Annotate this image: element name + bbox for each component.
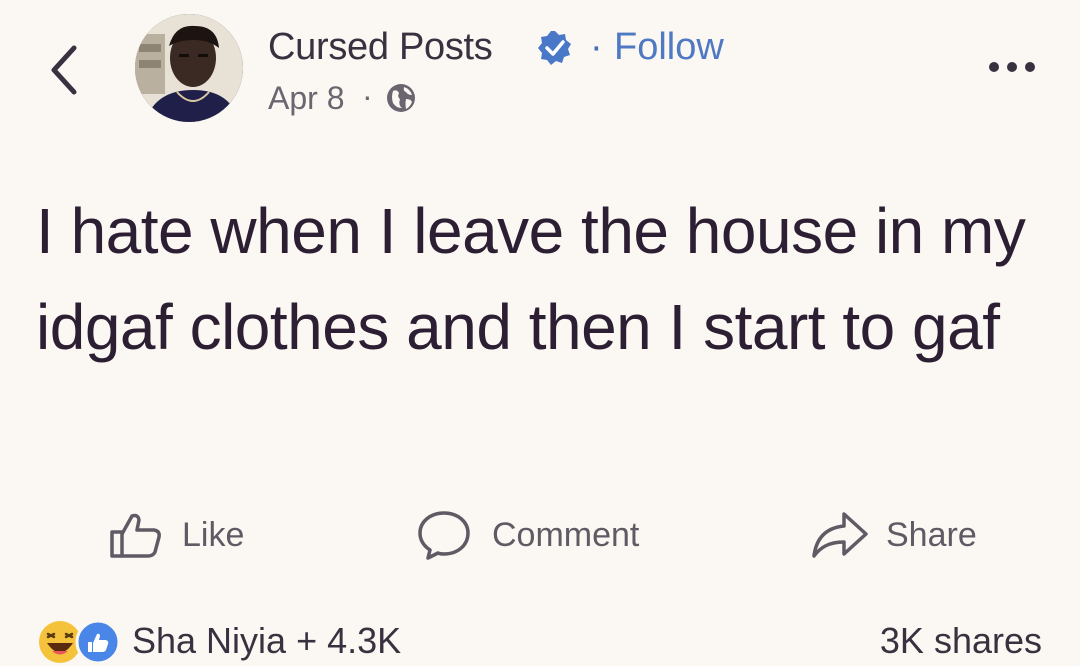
avatar-image — [135, 14, 243, 122]
separator-dot: · — [590, 26, 603, 68]
separator-dot: · — [362, 78, 373, 114]
reactors-count[interactable]: Sha Niyia + 4.3K — [132, 620, 401, 662]
post-date[interactable]: Apr 8 — [268, 80, 344, 117]
haha-reaction-icon — [39, 621, 81, 663]
share-label: Share — [886, 516, 977, 554]
post-text: I hate when I leave the house in my idga… — [36, 195, 1026, 363]
shares-count[interactable]: 3K shares — [880, 620, 1042, 662]
avatar[interactable] — [135, 14, 243, 122]
post-footer: Sha Niyia + 4.3K 3K shares — [0, 610, 1080, 665]
reactions-summary[interactable] — [36, 618, 126, 666]
action-bar: Like Comment Share — [0, 500, 1080, 570]
share-button[interactable]: Share — [810, 510, 1000, 560]
chevron-left-icon — [51, 45, 77, 95]
comment-bubble-icon — [418, 511, 470, 560]
comment-label: Comment — [492, 516, 640, 554]
back-button[interactable] — [40, 42, 90, 98]
like-button[interactable]: Like — [108, 510, 258, 560]
globe-icon — [387, 84, 415, 112]
post-header: Cursed Posts · Follow Apr 8 · — [0, 0, 1080, 140]
follow-button[interactable]: Follow — [614, 26, 724, 69]
comment-button[interactable]: Comment — [416, 510, 666, 560]
like-reaction-icon — [75, 619, 121, 665]
like-label: Like — [182, 516, 245, 554]
verified-badge-icon — [538, 31, 571, 65]
share-arrow-icon — [812, 512, 868, 558]
more-dots-icon[interactable] — [984, 52, 1044, 82]
thumbs-up-icon — [110, 513, 161, 558]
page-name[interactable]: Cursed Posts — [268, 26, 493, 69]
